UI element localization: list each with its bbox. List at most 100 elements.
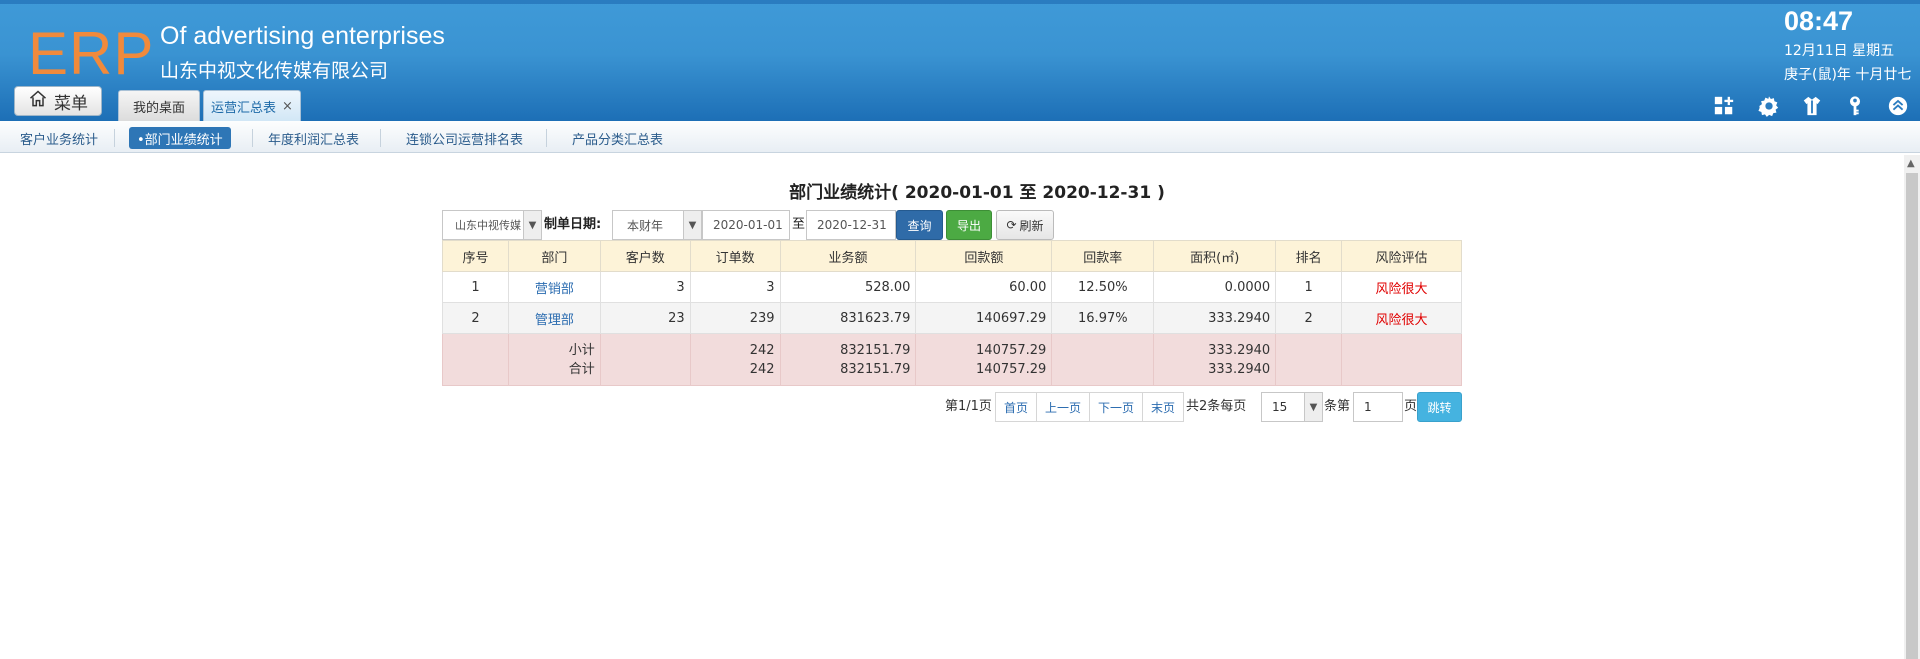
col-header-received: 回款额	[915, 240, 1053, 272]
cell-area: 0.0000	[1153, 271, 1277, 303]
end-date-input[interactable]: 2020-12-31	[806, 210, 896, 240]
menu-button[interactable]: 菜单	[14, 86, 102, 116]
page-info: 第1/1页	[945, 399, 992, 414]
total-area: 333.2940	[1208, 361, 1271, 377]
cell-orders: 3	[689, 271, 781, 303]
col-header-revenue: 业务额	[779, 240, 917, 272]
col-header-dept: 部门	[507, 240, 601, 272]
dept-link[interactable]: 营销部	[535, 282, 574, 297]
date-to-label: 至	[792, 217, 806, 232]
total-records-label: 共2条每页	[1186, 399, 1247, 414]
cell-area: 333.2940	[1153, 302, 1277, 334]
chevron-down-icon: ▼	[523, 211, 541, 239]
cell-empty	[1051, 333, 1155, 386]
cell-rank: 2	[1275, 302, 1343, 334]
subtotal-orders: 242	[749, 342, 775, 358]
cell-revenue: 831623.79	[779, 302, 917, 334]
export-button[interactable]: 导出	[946, 210, 992, 240]
subnav-dept-performance[interactable]: •部门业绩统计	[129, 127, 231, 149]
refresh-button[interactable]: ⟳ 刷新	[996, 210, 1054, 240]
company-select[interactable]: 山东中视传媒 ▼	[442, 210, 542, 240]
scroll-up-icon[interactable]: ▲	[1907, 158, 1915, 169]
col-header-no: 序号	[442, 240, 509, 272]
prev-page-button[interactable]: 上一页	[1036, 392, 1090, 422]
subtotal-revenue: 832151.79	[840, 342, 911, 358]
cell-sum-area: 333.2940 333.2940	[1153, 333, 1277, 386]
chevron-down-icon: ▼	[683, 211, 701, 239]
refresh-icon: ⟳	[1006, 218, 1017, 232]
key-icon[interactable]	[1843, 94, 1867, 118]
company-select-value: 山东中视传媒	[455, 219, 521, 232]
cell-empty	[1275, 333, 1343, 386]
clock-time: 08:47	[1784, 6, 1854, 36]
col-header-rank: 排名	[1275, 240, 1343, 272]
col-header-customers: 客户数	[599, 240, 691, 272]
cell-orders: 239	[689, 302, 781, 334]
cell-no: 1	[442, 271, 509, 303]
shirt-icon[interactable]	[1800, 94, 1824, 118]
page-size-value: 15	[1272, 400, 1288, 414]
report-title: 部门业绩统计( 2020-01-01 至 2020-12-31 )	[789, 183, 1165, 203]
cell-risk: 风险很大	[1341, 271, 1462, 303]
cell-customers: 3	[599, 271, 691, 303]
col-header-area: 面积(㎡)	[1153, 240, 1277, 272]
cell-dept: 管理部	[507, 302, 601, 334]
page-number-input[interactable]: 1	[1353, 392, 1403, 422]
page-suffix-label: 页	[1404, 399, 1418, 414]
gear-icon[interactable]	[1757, 94, 1781, 118]
cell-empty	[442, 333, 509, 386]
page-size-select[interactable]: 15 ▼	[1261, 392, 1323, 422]
total-orders: 242	[749, 361, 775, 377]
grid-add-icon[interactable]	[1712, 94, 1736, 118]
col-header-orders: 订单数	[689, 240, 781, 272]
cell-customers: 23	[599, 302, 691, 334]
subnav-divider	[252, 129, 253, 147]
subnav-chain-ranking[interactable]: 连锁公司运营排名表	[398, 127, 531, 149]
total-label: 合计	[568, 361, 595, 377]
next-page-button[interactable]: 下一页	[1089, 392, 1143, 422]
subnav-annual-profit[interactable]: 年度利润汇总表	[260, 127, 367, 149]
report-subnav: 客户业务统计 •部门业绩统计 年度利润汇总表 连锁公司运营排名表 产品分类汇总表	[0, 121, 1920, 153]
erp-logo: ERP	[28, 20, 155, 87]
cell-sum-orders: 242 242	[689, 333, 781, 386]
app-header: ERP Of advertising enterprises 山东中视文化传媒有…	[0, 0, 1920, 121]
vertical-scrollbar[interactable]: ▲	[1904, 155, 1920, 659]
performance-table: 序号 部门 客户数 订单数 业务额 回款额 回款率 面积(㎡) 排名 风险评估 …	[442, 240, 1462, 386]
subtotal-received: 140757.29	[976, 342, 1047, 358]
cell-sum-revenue: 832151.79 832151.79	[779, 333, 917, 386]
last-page-button[interactable]: 末页	[1142, 392, 1184, 422]
cell-received: 140697.29	[915, 302, 1053, 334]
clock-lunar-date: 庚子(鼠)年 十月廿七	[1784, 67, 1912, 83]
table-header-row: 序号 部门 客户数 订单数 业务额 回款额 回款率 面积(㎡) 排名 风险评估	[442, 240, 1462, 272]
page-number-label: 条第	[1324, 399, 1351, 414]
subnav-divider	[114, 129, 115, 147]
scrollbar-thumb[interactable]	[1906, 173, 1918, 659]
cell-empty	[1341, 333, 1462, 386]
collapse-up-icon[interactable]	[1886, 94, 1910, 118]
tab-label: 我的桌面	[132, 100, 185, 116]
subnav-product-summary[interactable]: 产品分类汇总表	[564, 127, 671, 149]
date-label: 制单日期:	[544, 217, 602, 232]
subnav-customer-stats[interactable]: 客户业务统计	[12, 127, 106, 149]
cell-summary-labels: 小计 合计	[507, 333, 601, 386]
cell-rank: 1	[1275, 271, 1343, 303]
first-page-button[interactable]: 首页	[995, 392, 1037, 422]
clock-date: 12月11日 星期五	[1784, 43, 1895, 59]
cell-revenue: 528.00	[779, 271, 917, 303]
cell-rate: 12.50%	[1051, 271, 1155, 303]
start-date-input[interactable]: 2020-01-01	[702, 210, 790, 240]
dept-link[interactable]: 管理部	[535, 313, 574, 328]
cell-no: 2	[442, 302, 509, 334]
go-page-button[interactable]: 跳转	[1417, 392, 1462, 422]
tab-operations-summary[interactable]: 运营汇总表 ×	[203, 90, 301, 121]
tab-label: 运营汇总表	[211, 100, 277, 116]
cell-empty	[599, 333, 691, 386]
query-button[interactable]: 查询	[896, 210, 943, 240]
cell-rate: 16.97%	[1051, 302, 1155, 334]
subnav-divider	[546, 129, 547, 147]
tab-my-desktop[interactable]: 我的桌面	[118, 90, 200, 121]
home-icon	[28, 89, 48, 114]
company-name-cn: 山东中视文化传媒有限公司	[160, 60, 389, 82]
period-select[interactable]: 本财年 ▼	[612, 210, 702, 240]
close-icon[interactable]: ×	[282, 99, 293, 114]
